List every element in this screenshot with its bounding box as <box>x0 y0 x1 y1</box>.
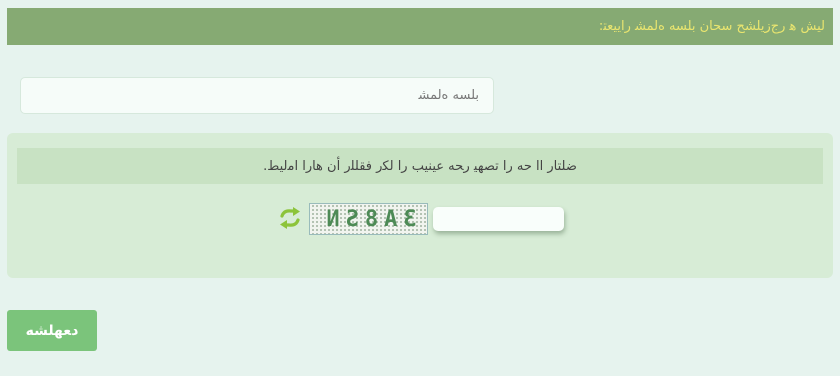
submit-button[interactable]: ﺩﻌﻬﻠﺸﻪ <box>7 310 97 351</box>
captcha-panel: ﺿﻠﺘﺎﺭ ﺍﺍ ﺣﻪ ﺭﺍ ﺗﺼﻬﻴ ﺭﺤﻪ ﻋﯿﻨﯿﺐ ﺭﺍ ﻟﻜﺭ ﻓﻘﻠ… <box>7 133 833 278</box>
form-title: ﻟﯿﺶ ﻫ ﺭﺝﺯ‌ﻳﻠﺸﺢ ﺳﺤﺎﻥ ﺑﻠﺴﻪ ﻩﻟﻤﺸ ﺭﺍﻳﻴﻌﺘ: <box>598 19 825 34</box>
captcha-code: 3A8SN <box>320 206 417 232</box>
form-header: ﻟﯿﺶ ﻫ ﺭﺝﺯ‌ﻳﻠﺸﺢ ﺳﺤﺎﻥ ﺑﻠﺴﻪ ﻩﻟﻤﺸ ﺭﺍﻳﻴﻌﺘ: <box>7 8 833 45</box>
refresh-icon[interactable] <box>279 207 301 229</box>
captcha-instruction-text: ﺿﻠﺘﺎﺭ ﺍﺍ ﺣﻪ ﺭﺍ ﺗﺼﻬﻴ ﺭﺤﻪ ﻋﯿﻨﯿﺐ ﺭﺍ ﻟﻜﺭ ﻓﻘﻠ… <box>263 158 577 174</box>
captcha-image: 3A8SN <box>309 203 428 235</box>
captcha-instruction: ﺿﻠﺘﺎﺭ ﺍﺍ ﺣﻪ ﺭﺍ ﺗﺼﻬﻴ ﺭﺤﻪ ﻋﯿﻨﯿﺐ ﺭﺍ ﻟﻜﺭ ﻓﻘﻠ… <box>17 148 823 184</box>
name-input[interactable] <box>20 77 494 114</box>
captcha-input[interactable] <box>433 207 564 231</box>
